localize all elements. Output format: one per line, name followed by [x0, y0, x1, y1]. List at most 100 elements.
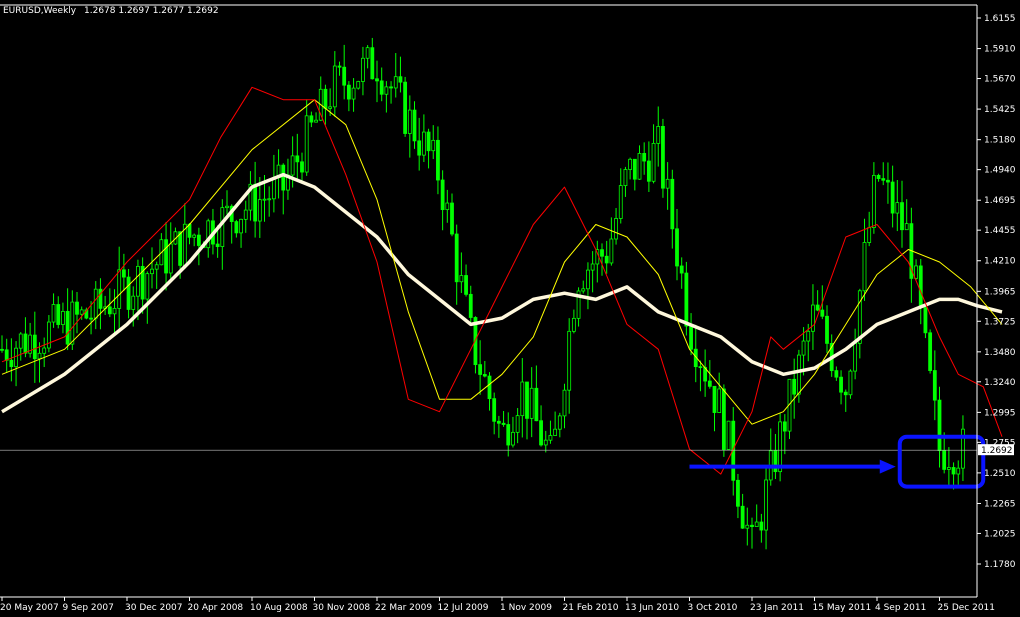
candle-body — [51, 304, 56, 323]
candle-body — [314, 119, 318, 123]
y-tick-label: 1.4455 — [984, 226, 1016, 236]
candle-body — [600, 249, 604, 257]
candle-body — [300, 161, 304, 173]
candle-body — [145, 273, 150, 300]
candle-body — [412, 109, 417, 142]
y-tick-label: 1.3480 — [984, 348, 1016, 358]
candle-body — [46, 321, 51, 349]
candle-body — [225, 205, 229, 209]
candle-body — [393, 76, 398, 89]
candle-body — [506, 424, 511, 446]
y-tick-label: 1.6155 — [984, 14, 1016, 24]
candle-body — [487, 375, 492, 400]
candle-body — [89, 317, 93, 320]
candle-body — [389, 86, 393, 89]
y-tick-label: 1.5670 — [984, 75, 1016, 85]
candle-body — [511, 431, 515, 446]
candle-body — [445, 202, 450, 211]
candle-body — [670, 178, 675, 230]
x-tick-label: 30 Dec 2007 — [125, 603, 183, 613]
candle-body — [726, 420, 731, 450]
candle-body — [637, 153, 642, 180]
candle-body — [712, 385, 717, 413]
y-tick-label: 1.3965 — [984, 287, 1016, 297]
candle-body — [281, 164, 286, 191]
candle-body — [736, 479, 740, 507]
candle-body — [717, 388, 722, 413]
chart-root: 1.6155 1.5910 1.5670 1.5425 1.5180 1.4940 1.46… — [0, 0, 1020, 617]
candle-body — [740, 505, 745, 529]
candle-body — [332, 65, 337, 108]
candle-body — [32, 334, 37, 360]
candle-body — [604, 255, 609, 264]
candle-body — [867, 227, 872, 243]
y-tick-label: 1.4210 — [984, 257, 1016, 267]
x-tick-label: 10 Aug 2008 — [250, 603, 308, 613]
x-tick-label: 4 Sep 2011 — [875, 603, 926, 613]
candle-body — [609, 238, 614, 264]
candle-body — [820, 309, 825, 317]
candle-body — [951, 467, 956, 475]
candle-body — [192, 234, 197, 238]
candle-body — [243, 209, 248, 220]
candle-body — [370, 47, 375, 80]
y-tick-label: 1.2265 — [984, 499, 1016, 509]
candle-body — [79, 309, 84, 315]
x-tick-label: 21 Feb 2010 — [563, 603, 619, 613]
candle-body — [136, 265, 140, 297]
candle-body — [675, 228, 679, 267]
y-tick-label: 1.5910 — [984, 45, 1016, 55]
chart-header-symbol: EURUSD,Weekly — [3, 6, 77, 16]
candle-body — [304, 115, 309, 173]
candle-body — [309, 115, 314, 123]
candle-body — [581, 288, 586, 292]
x-tick-label: 3 Oct 2010 — [688, 603, 738, 613]
candle-body — [220, 207, 225, 247]
candle-body — [257, 199, 262, 222]
candle-body — [440, 179, 445, 211]
candle-body — [154, 264, 159, 270]
candle-body — [623, 169, 628, 187]
candle-body — [4, 349, 9, 361]
candle-body — [459, 275, 464, 283]
candle-body — [150, 268, 154, 275]
y-tick-label: 1.1780 — [984, 560, 1016, 570]
candle-body — [543, 439, 548, 446]
candle-body — [239, 218, 243, 234]
candle-body — [614, 218, 618, 240]
candle-body — [126, 276, 131, 310]
candle-body — [365, 47, 370, 59]
candle-body — [131, 295, 136, 310]
candle-body — [450, 202, 454, 235]
candle-body — [815, 304, 820, 311]
candle-body — [107, 306, 112, 315]
candle-body — [431, 139, 436, 152]
y-tick-label: 1.5425 — [984, 105, 1016, 115]
x-tick-label: 22 Mar 2009 — [375, 603, 432, 613]
candle-body — [529, 387, 534, 419]
candle-body — [267, 198, 272, 201]
x-tick-label: 30 Nov 2008 — [313, 603, 371, 613]
candle-body — [651, 142, 656, 182]
candle-body — [37, 352, 42, 360]
candle-body — [811, 304, 815, 332]
candle-body — [75, 301, 79, 315]
candle-body — [571, 317, 576, 332]
candle-body — [70, 301, 75, 345]
candle-body — [18, 333, 23, 349]
candle-body — [553, 428, 558, 436]
candle-body — [759, 521, 764, 531]
candle-body — [665, 178, 670, 189]
candle-body — [646, 160, 651, 182]
candle-body — [932, 370, 937, 401]
candle-body — [42, 347, 47, 354]
candle-body — [206, 220, 211, 249]
current-price-tag-label: 1.2692 — [981, 446, 1013, 456]
candle-body — [928, 332, 933, 371]
candle-body — [23, 333, 28, 354]
candle-body — [792, 378, 797, 395]
candle-body — [782, 421, 787, 432]
candle-body — [839, 376, 843, 393]
candle-body — [698, 366, 703, 369]
candle-body — [525, 381, 529, 419]
